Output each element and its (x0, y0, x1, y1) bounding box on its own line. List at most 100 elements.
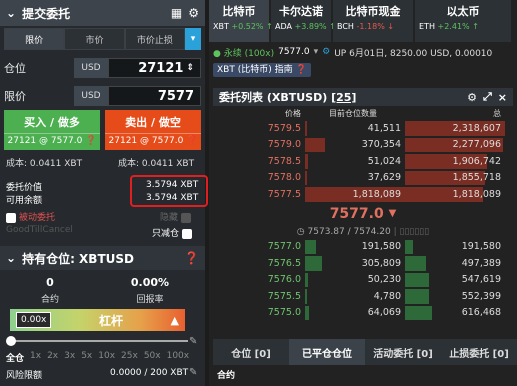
ask-size: 51,024 (305, 153, 405, 170)
sell-short-button[interactable]: 卖出 / 做空 27121 @ 7577.0 ❓ (105, 110, 201, 150)
expand-icon[interactable]: ⤢ (483, 90, 492, 104)
ask-price[interactable]: 7579.5 (213, 123, 305, 134)
checkbox-icon (180, 212, 191, 223)
ask-size-bar (305, 154, 308, 169)
quantity-input[interactable]: 27121 ⇕ (108, 58, 201, 78)
quantity-row: 仓位 USD 27121 ⇕ (0, 54, 205, 82)
edit-icon[interactable]: ✎ (189, 367, 197, 378)
bid-total: 497,389 (405, 255, 505, 272)
sell-sub: 27121 @ 7577.0 ❓ (105, 133, 201, 146)
asks-list: 7579.5 41,511 2,318,607 7579.0 370,354 2,277,… (213, 120, 513, 203)
bid-total-bar (405, 256, 427, 271)
risk-limit-label: 风险限额 (6, 371, 43, 381)
position-header: ⌄ 持有仓位: XBTUSD ❓ (0, 246, 205, 270)
settings-icon[interactable]: ⚙ (322, 47, 330, 57)
bid-price[interactable]: 7577.0 (213, 241, 305, 252)
instrument-tabs: 比特币 XBT +0.52% ↑ 卡尔达诺 ADA +3.89% ↑ 比特币现金… (209, 0, 517, 42)
tab-stop-market[interactable]: 市价止损 (124, 28, 185, 50)
close-icon[interactable]: × (498, 91, 507, 104)
bid-total: 616,468 (405, 305, 505, 322)
sell-cost: 成本: 0.0411 XBT (118, 159, 195, 169)
ask-row[interactable]: 7578.5 51,024 1,906,742 (213, 153, 513, 170)
bid-total-bar (405, 305, 432, 320)
upcoming-contract[interactable]: UP 6月01日, 8250.00 USD, 0.00010 (334, 46, 492, 59)
bid-row[interactable]: 7575.5 4,780 552,399 (213, 288, 513, 305)
tab-active-orders[interactable]: 活动委托 [0] (365, 339, 441, 365)
gear-icon[interactable]: ⚙ (188, 6, 199, 20)
ask-price[interactable]: 7579.0 (213, 139, 305, 150)
ask-price[interactable]: 7577.5 (213, 189, 305, 200)
help-icon[interactable]: ❓ (184, 251, 199, 265)
mark-index-price: ◷ 7573.87 / 7574.20 | ▯▯▯▯▯▯ (296, 226, 430, 237)
order-value: 3.5794 XBT (146, 180, 199, 190)
bid-size-bar (305, 305, 309, 320)
stepper-icon[interactable]: ⇕ (186, 63, 194, 73)
ask-size: 41,511 (305, 120, 405, 137)
bid-size: 50,230 (305, 272, 405, 289)
contract-price: 7577.0 (278, 47, 310, 57)
quantity-label: 仓位 (4, 62, 26, 75)
buy-cost: 成本: 0.0411 XBT (6, 159, 83, 169)
index-guide[interactable]: XBT (比特币) 指南 ❓ (213, 62, 311, 77)
tab-positions[interactable]: 仓位 [0] (213, 339, 289, 365)
bid-row[interactable]: 7576.0 50,230 547,619 (213, 272, 513, 289)
tab-market[interactable]: 市价 (64, 28, 125, 50)
tab-bch[interactable]: 比特币现金 BCH -1.18% ↓ (333, 0, 413, 42)
bid-row[interactable]: 7577.0 191,580 191,580 (213, 239, 513, 256)
orderbook-columns: 价格 目前仓位数量 总 (285, 108, 501, 118)
hidden-order-option[interactable]: 被动委托 (6, 210, 55, 223)
orderbook: 委托列表 (XBTUSD) [25] ⚙ ⤢ × 价格 目前仓位数量 总 757… (213, 88, 513, 321)
tab-stop-orders[interactable]: 止损委托 [0] (441, 339, 517, 365)
perpetual-select[interactable]: ● 永续 (100x) (213, 46, 274, 59)
bid-price[interactable]: 7575.5 (213, 291, 305, 302)
leverage-slider-track[interactable] (8, 340, 188, 342)
chevron-down-icon[interactable]: ▾ (314, 47, 319, 57)
leverage-slider-handle[interactable] (6, 336, 16, 346)
gtc-select[interactable]: GoodTillCancel (6, 225, 73, 235)
calculator-icon[interactable]: ▦ (171, 6, 182, 20)
bid-row[interactable]: 7575.0 64,069 616,468 (213, 305, 513, 322)
tab-ada[interactable]: 卡尔达诺 ADA +3.89% ↑ (271, 0, 336, 42)
tab-limit[interactable]: 限价 (4, 28, 65, 50)
bid-row[interactable]: 7576.5 305,809 497,389 (213, 255, 513, 272)
ask-price[interactable]: 7578.5 (213, 156, 305, 167)
edit-icon[interactable]: ✎ (189, 336, 197, 347)
price-row: 限价 USD 7577 (0, 82, 205, 110)
gear-icon[interactable]: ⚙ (467, 91, 477, 104)
bid-total-bar (405, 272, 429, 287)
collapse-chevron-icon[interactable]: ⌄ (6, 251, 16, 265)
hidden-extra-option[interactable]: 隐藏 (160, 210, 194, 223)
ask-price[interactable]: 7578.0 (213, 172, 305, 183)
quantity-currency: USD (74, 58, 108, 78)
tab-closed-positions[interactable]: 已平仓仓位 (289, 339, 365, 365)
bid-size-bar (305, 256, 322, 271)
last-price: 7577.0 ▼ (329, 205, 397, 222)
tab-xbt[interactable]: 比特币 XBT +0.52% ↑ (209, 0, 273, 42)
bid-total-bar (405, 289, 429, 304)
market-panel: 比特币 XBT +0.52% ↑ 卡尔达诺 ADA +3.89% ↑ 比特币现金… (209, 0, 517, 386)
bid-total: 191,580 (405, 239, 505, 256)
bid-price[interactable]: 7576.5 (213, 258, 305, 269)
bid-total: 547,619 (405, 272, 505, 289)
buy-long-button[interactable]: 买入 / 做多 27121 @ 7577.0 ❓ (4, 110, 100, 150)
ask-row[interactable]: 7578.0 37,629 1,855,718 (213, 170, 513, 187)
bid-size-bar (305, 239, 316, 254)
sell-label: 卖出 / 做空 (125, 116, 181, 129)
leverage-bar[interactable]: 0.00x 杠杆 ▲ (10, 309, 185, 331)
checkbox-icon (6, 212, 16, 223)
bid-total-bar (405, 239, 414, 254)
reduce-only-option[interactable]: 只减仓 (152, 226, 195, 239)
ask-total: 1,818,089 (405, 186, 505, 203)
position-roe: 0.00% 回报率 (130, 276, 170, 305)
bid-price[interactable]: 7575.0 (213, 307, 305, 318)
tab-eth[interactable]: 以太币 ETH +2.41% ↑ (415, 0, 511, 42)
price-input[interactable]: 7577 (108, 86, 201, 106)
ask-row[interactable]: 7577.5 1,818,089 1,818,089 (213, 186, 513, 203)
ask-row[interactable]: 7579.0 370,354 2,277,096 (213, 137, 513, 154)
ask-size-bar (305, 121, 308, 136)
collapse-chevron-icon[interactable]: ⌄ (6, 6, 16, 20)
bids-list: 7577.0 191,580 191,580 7576.5 305,809 497,389… (213, 239, 513, 322)
bid-price[interactable]: 7576.0 (213, 274, 305, 285)
order-type-dropdown-icon[interactable]: ▾ (184, 28, 201, 50)
ask-row[interactable]: 7579.5 41,511 2,318,607 (213, 120, 513, 137)
